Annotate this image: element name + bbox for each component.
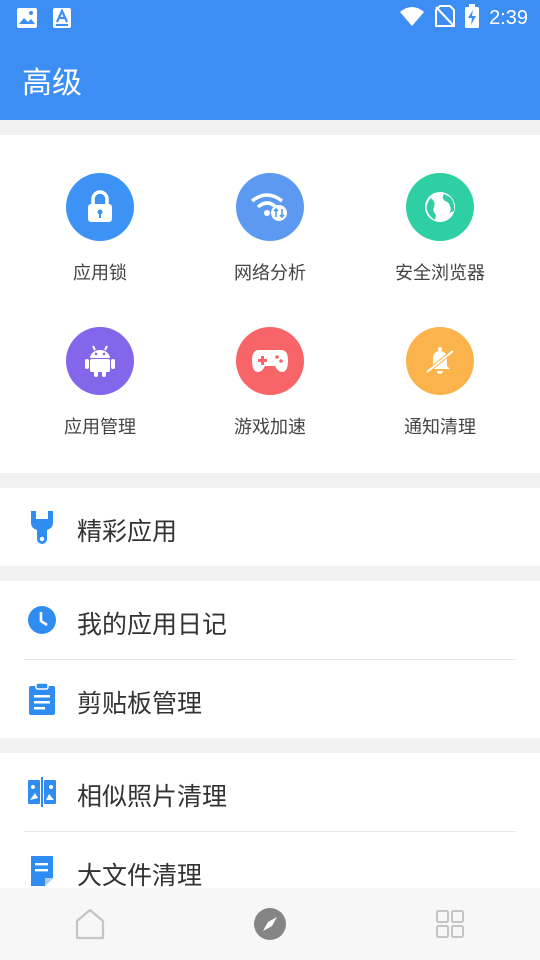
app-bar: 高级	[0, 36, 540, 120]
battery-charging-icon	[465, 4, 480, 32]
page-title: 高级	[22, 66, 82, 101]
list-item-featured-apps[interactable]: 精彩应用	[0, 488, 540, 566]
wifi-icon	[399, 6, 425, 30]
tool-label: 应用锁	[73, 263, 127, 284]
list-item-app-diary[interactable]: 我的应用日记	[0, 581, 540, 659]
nav-more[interactable]	[430, 906, 470, 946]
document-icon	[26, 854, 58, 888]
tool-app-manager[interactable]: 应用管理	[10, 327, 190, 457]
clipboard-icon	[26, 682, 58, 716]
nav-discover[interactable]	[250, 906, 290, 946]
status-time: 2:39	[489, 6, 528, 29]
list-item-label: 剪贴板管理	[77, 689, 203, 718]
section-records: 我的应用日记 剪贴板管理	[0, 581, 540, 738]
bottom-navigation	[0, 888, 540, 960]
image-icon	[16, 7, 38, 33]
tool-label: 安全浏览器	[395, 263, 485, 284]
lock-icon	[66, 173, 134, 241]
list-item-similar-photos[interactable]: 相似照片清理	[0, 753, 540, 831]
tool-label: 游戏加速	[234, 417, 306, 438]
list-item-label: 精彩应用	[77, 517, 178, 546]
tools-grid: 应用锁 网络分析 安全浏览器 应用管理 游戏加速 通知清理	[0, 135, 540, 473]
list-item-label: 大文件清理	[77, 861, 203, 890]
tool-game-boost[interactable]: 游戏加速	[180, 327, 360, 457]
clock-icon	[26, 603, 58, 637]
section-cleaning: 相似照片清理 大文件清理	[0, 753, 540, 890]
tool-notification-clean[interactable]: 通知清理	[350, 327, 530, 457]
grid-icon	[435, 909, 465, 943]
wrench-icon	[26, 510, 58, 544]
gamepad-icon	[236, 327, 304, 395]
tool-network-analysis[interactable]: 网络分析	[180, 173, 360, 303]
section-featured: 精彩应用	[0, 488, 540, 566]
wifi-analysis-icon	[236, 173, 304, 241]
home-icon	[75, 908, 105, 944]
globe-icon	[406, 173, 474, 241]
tool-label: 网络分析	[234, 263, 306, 284]
tool-label: 通知清理	[404, 417, 476, 438]
tool-app-lock[interactable]: 应用锁	[10, 173, 190, 303]
bell-off-icon	[406, 327, 474, 395]
list-item-label: 我的应用日记	[77, 610, 228, 639]
tool-safe-browser[interactable]: 安全浏览器	[350, 173, 530, 303]
text-a-icon	[52, 7, 72, 33]
list-item-clipboard[interactable]: 剪贴板管理	[0, 660, 540, 738]
tool-label: 应用管理	[64, 417, 136, 438]
list-item-label: 相似照片清理	[77, 782, 228, 811]
android-icon	[66, 327, 134, 395]
status-bar: 2:39	[0, 0, 540, 36]
compass-icon	[253, 907, 287, 945]
compare-photos-icon	[26, 775, 58, 809]
nav-home[interactable]	[70, 906, 110, 946]
no-sim-icon	[435, 5, 456, 31]
